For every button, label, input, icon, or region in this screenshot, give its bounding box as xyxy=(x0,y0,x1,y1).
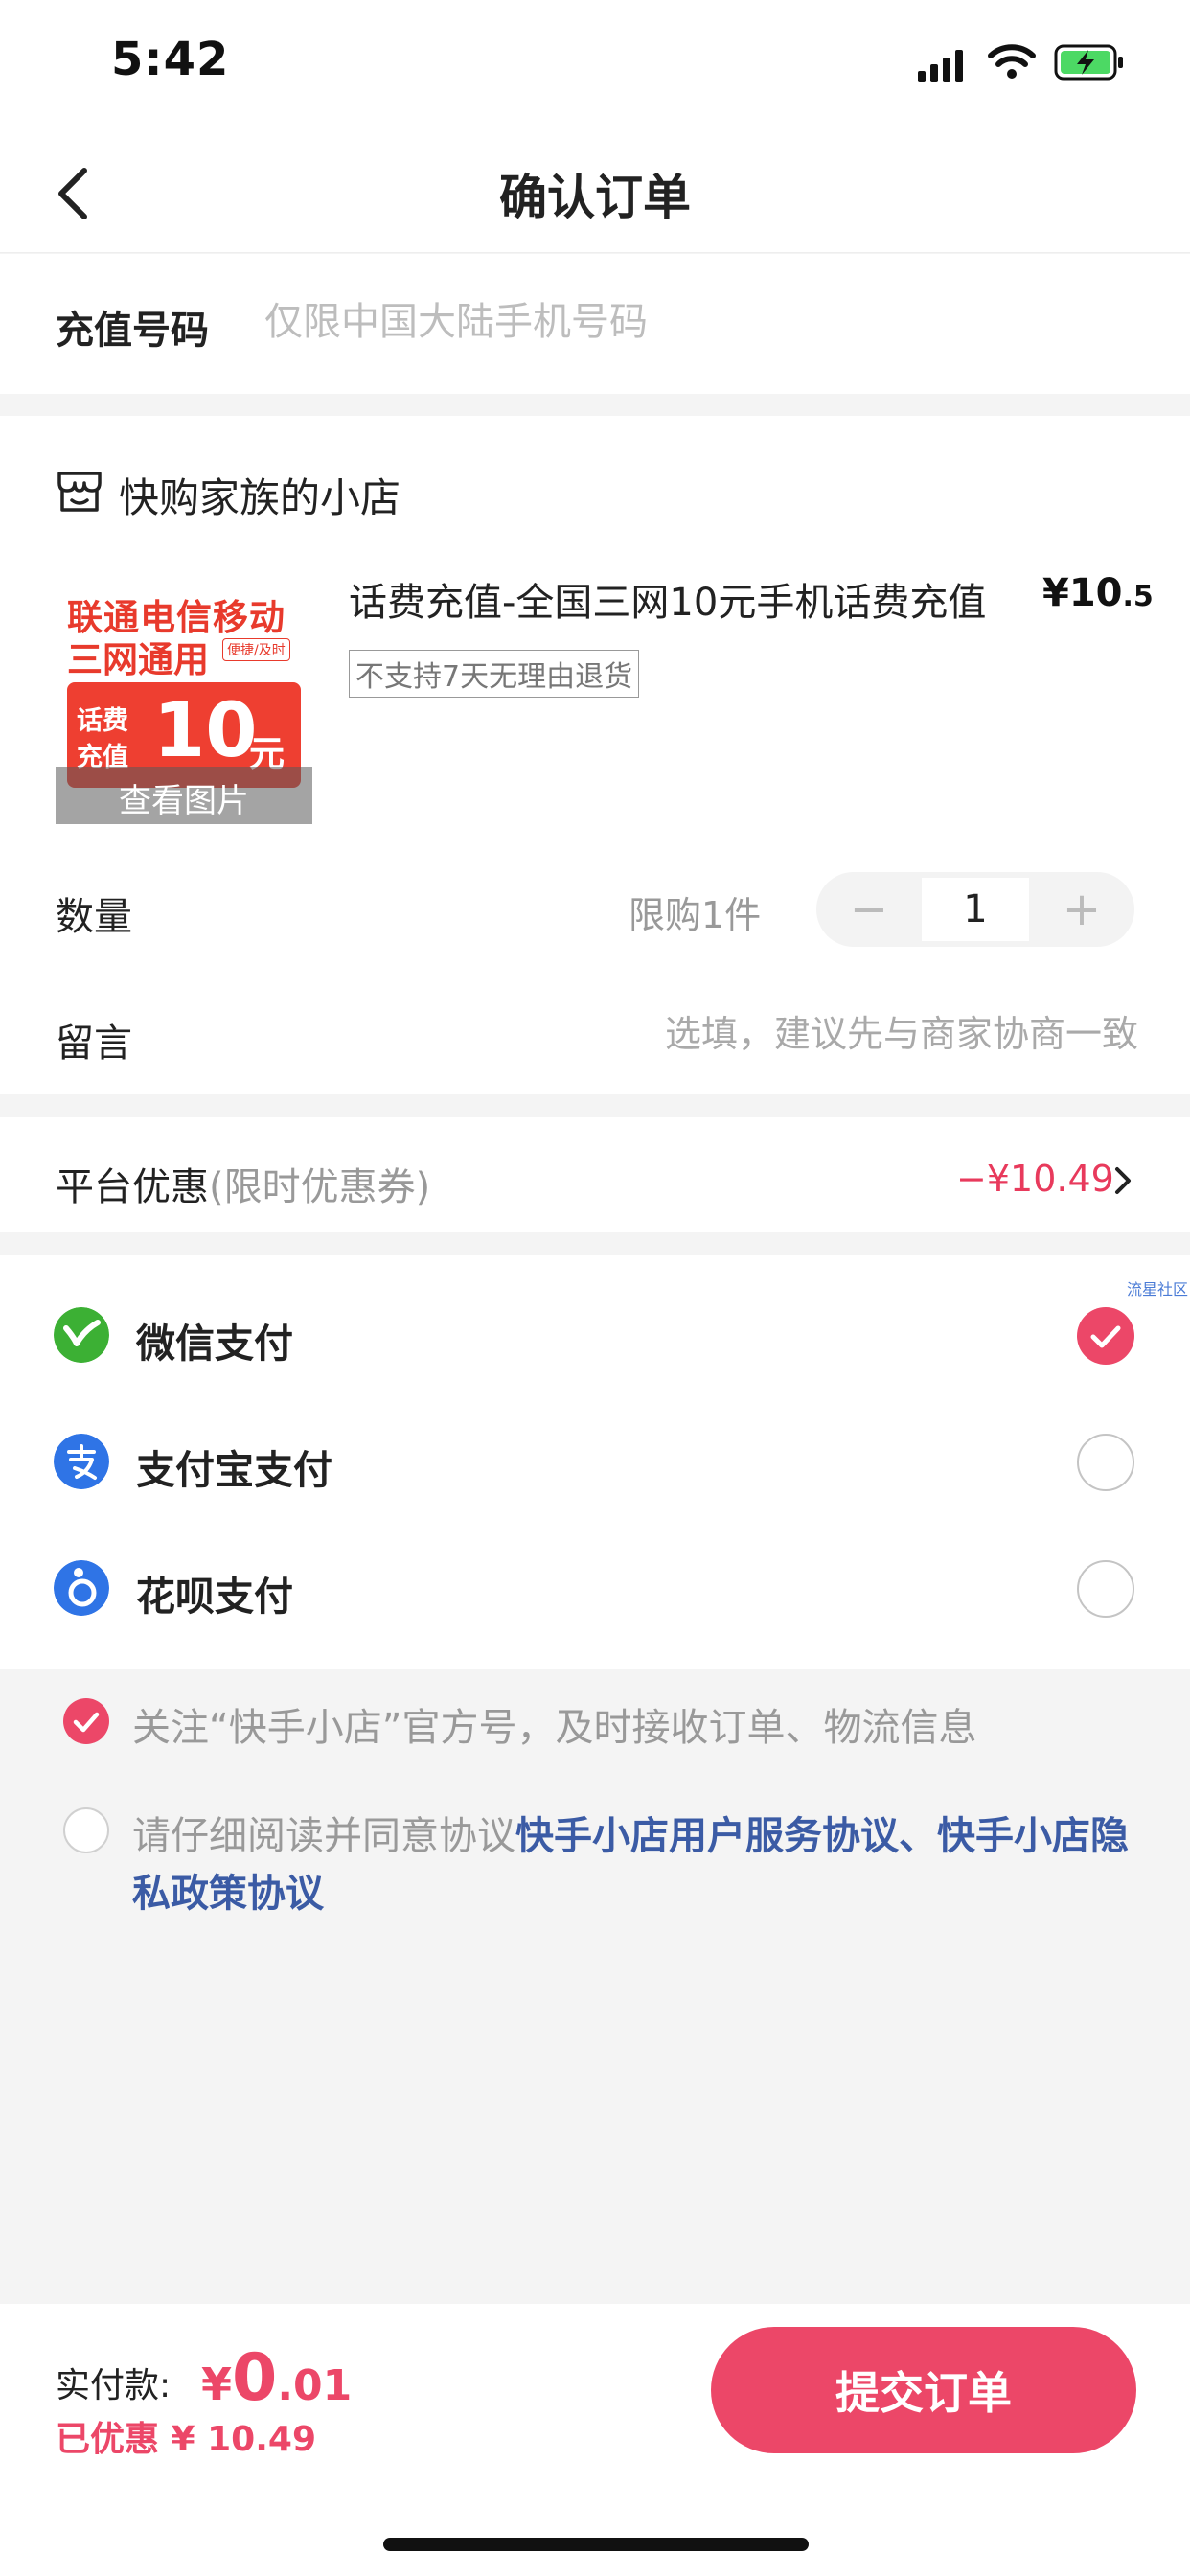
alipay-icon xyxy=(54,1434,109,1489)
wifi-icon xyxy=(988,44,1036,79)
shop-name[interactable]: 快购家族的小店 xyxy=(119,466,400,524)
check-icon xyxy=(1090,1325,1121,1348)
quantity-plus-button[interactable]: + xyxy=(1029,872,1134,947)
phone-number-input[interactable] xyxy=(264,288,1127,356)
message-input[interactable] xyxy=(537,1002,1138,1066)
user-service-agreement-link[interactable]: 快手小店用户服务协议 xyxy=(515,1814,899,1858)
radio-huabei[interactable] xyxy=(1077,1560,1134,1618)
page-title: 确认订单 xyxy=(499,170,691,225)
price-dec: .5 xyxy=(1122,580,1154,613)
check-icon xyxy=(73,1712,100,1733)
saved-amount: 已优惠 ¥ 10.49 xyxy=(56,2420,316,2459)
phone-label: 充值号码 xyxy=(56,309,209,353)
payment-label-huabei[interactable]: 花呗支付 xyxy=(136,1564,293,1622)
message-label: 留言 xyxy=(56,1022,132,1066)
actual-payment-amount: ¥0.01 xyxy=(201,2340,352,2416)
purchase-limit: 限购1件 xyxy=(629,894,762,936)
coupon-discount[interactable]: −¥10.49 xyxy=(956,1158,1114,1200)
home-indicator[interactable] xyxy=(383,2538,809,2551)
product-title: 话费充值-全国三网10元手机话费充值 xyxy=(349,581,987,625)
agreement-checkbox[interactable] xyxy=(63,1807,109,1853)
follow-official-account-text: 关注“快手小店”官方号，及时接收订单、物流信息 xyxy=(132,1706,977,1750)
quantity-label: 数量 xyxy=(56,895,132,939)
actual-payment-label: 实付款: xyxy=(56,2366,172,2405)
coupon-label: 平台优惠(限时优惠券) xyxy=(56,1156,430,1211)
radio-alipay[interactable] xyxy=(1077,1434,1134,1491)
product-price: ¥10.5 xyxy=(1042,571,1154,615)
price-int: 10 xyxy=(1068,571,1123,615)
coupon-subtitle: (限时优惠券) xyxy=(209,1165,431,1209)
quantity-minus-button[interactable]: − xyxy=(816,872,922,947)
agreement-prefix: 请仔细阅读并同意协议 xyxy=(132,1814,515,1858)
quantity-value[interactable]: 1 xyxy=(922,878,1029,941)
watermark: 流星社区 xyxy=(1127,1280,1189,1299)
coupon-title: 平台优惠 xyxy=(56,1165,209,1209)
follow-checkbox[interactable] xyxy=(63,1698,109,1744)
cellular-signal-icon xyxy=(918,50,963,82)
price-symbol: ¥ xyxy=(1042,571,1069,615)
amount-currency: ¥ xyxy=(201,2358,233,2410)
agreement-separator: 、 xyxy=(899,1814,937,1858)
no-return-badge: 不支持7天无理由退货 xyxy=(349,650,640,698)
radio-wechat-pay[interactable] xyxy=(1077,1307,1134,1365)
thumb-text-universal: 三网通用 xyxy=(67,639,209,680)
thumb-tag: 便捷/及时 xyxy=(222,638,290,661)
agreement-text: 请仔细阅读并同意协议快手小店用户服务协议、快手小店隐私政策协议 xyxy=(132,1807,1138,1922)
battery-charging-icon xyxy=(1054,44,1123,80)
wechat-pay-icon xyxy=(54,1307,109,1363)
payment-label-wechat[interactable]: 微信支付 xyxy=(136,1311,293,1368)
shop-icon xyxy=(57,472,102,512)
chevron-right-icon[interactable] xyxy=(1111,1163,1134,1198)
submit-order-button[interactable]: 提交订单 xyxy=(711,2327,1136,2453)
huabei-icon xyxy=(54,1560,109,1616)
view-image-label[interactable]: 查看图片 xyxy=(56,774,312,821)
payment-label-alipay[interactable]: 支付宝支付 xyxy=(136,1438,332,1495)
thumb-text-fee: 话费 xyxy=(77,706,128,736)
status-time: 5:42 xyxy=(111,33,230,86)
amount-int: 0 xyxy=(232,2340,278,2416)
amount-dec: .01 xyxy=(277,2361,353,2410)
thumb-amount: 10 xyxy=(153,688,258,774)
